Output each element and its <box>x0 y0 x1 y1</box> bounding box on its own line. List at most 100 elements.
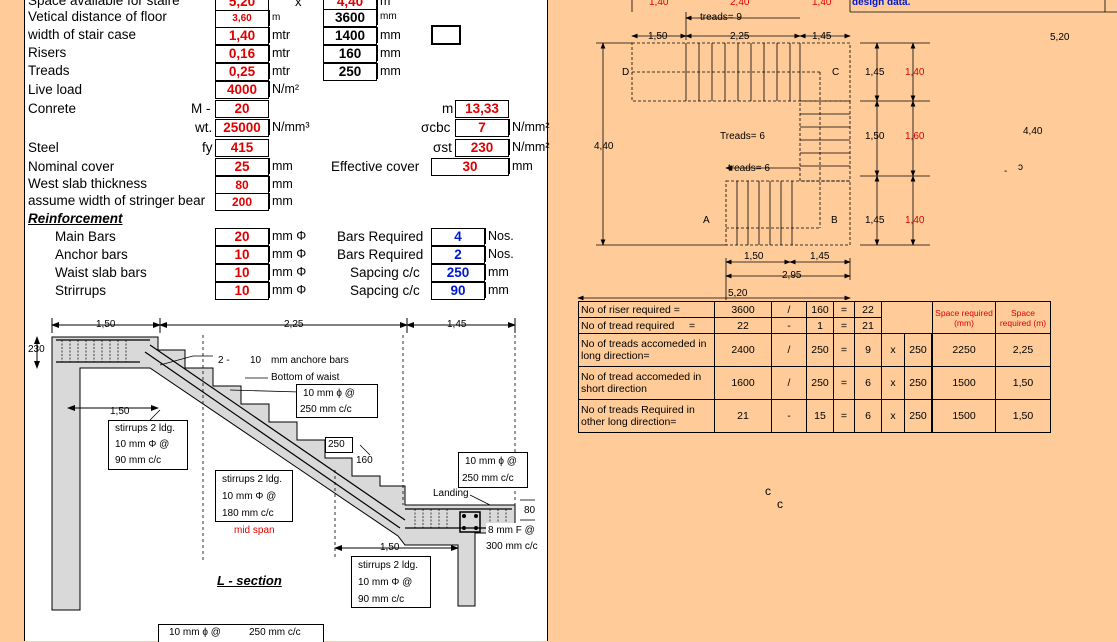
table-cell: = <box>833 366 855 400</box>
table-cell: 250 <box>904 366 932 400</box>
table-cell: 250 <box>904 333 932 367</box>
stirrups-bottom-line1: stirrups 2 ldg. <box>358 560 419 571</box>
plan-glyph: ɔ <box>1018 162 1023 173</box>
plan-bottom-b: 1,45 <box>810 251 830 262</box>
plan-right-1a: 1,45 <box>865 67 885 78</box>
table-cell: 1,50 <box>995 399 1051 433</box>
table-cell: No of tread required = <box>578 317 715 334</box>
bottom-bar-line1: 10 mm ϕ @ <box>169 627 221 638</box>
stirrups-bottom-line2: 10 mm Φ @ <box>358 577 413 588</box>
plan-right-1b: 1,40 <box>905 67 925 78</box>
table-cell: 6 <box>854 366 882 400</box>
plan-bottom-a: 1,50 <box>744 251 764 262</box>
table-cell: 6 <box>854 399 882 433</box>
table-cell: No of tread accomeded in short direction <box>578 366 715 400</box>
table-cell: 22 <box>854 301 882 318</box>
plan-dim-top-c: 1,45 <box>812 31 832 42</box>
table-cell: = <box>833 399 855 433</box>
table-cell: No of treads Required in other long dire… <box>578 399 715 433</box>
table-cell: - <box>771 317 807 334</box>
plan-right-3b: 1,40 <box>905 215 925 226</box>
table-row: No of tread accomeded in short direction… <box>578 366 1051 400</box>
plan-top-a: 1,40 <box>649 0 669 8</box>
table-cell: 3600 <box>714 301 772 318</box>
table-cell: 250 <box>806 366 834 400</box>
table-cell: 1 <box>806 317 834 334</box>
landing-bar-note-2: 300 mm c/c <box>486 541 538 552</box>
tread-calc-table: No of riser required = 3600 / 160 = 22 S… <box>578 301 1051 433</box>
plan-right-2a: 1,50 <box>865 131 885 142</box>
slab-80-label: 80 <box>524 505 536 516</box>
table-cell: x <box>881 366 905 400</box>
sec-dim-5: 1,50 <box>380 542 400 553</box>
plan-dash: - <box>1004 166 1008 177</box>
plan-treads-low: treads= 6 <box>728 163 770 174</box>
tread-250-label: 250 <box>328 439 345 450</box>
plan-dim-top-a: 1,50 <box>648 31 668 42</box>
plan-treads-top: treads= 9 <box>700 12 742 23</box>
landing-bar-note: 8 mm F @ 300 mm c/c <box>486 523 542 553</box>
stirrups-left-line2: 10 mm Φ @ <box>115 439 170 450</box>
table-cell: 2,25 <box>995 333 1051 367</box>
landing-bar-line2: 250 mm c/c <box>462 473 514 484</box>
table-row: No of treads Required in other long dire… <box>578 399 1051 433</box>
waist-bar-line2: 250 mm c/c <box>300 404 352 415</box>
table-cell: 21 <box>714 399 772 433</box>
table-cell: = <box>833 317 855 334</box>
stirrups-mid-box: stirrups 2 ldg. 10 mm Φ @ 180 mm c/c <box>215 470 293 522</box>
stirrups-bottom-line3: 90 mm c/c <box>358 594 405 605</box>
landing-bar-box: 10 mm ϕ @ 250 mm c/c <box>458 452 528 488</box>
table-cell: 160 <box>806 301 834 318</box>
table-cell: No of riser required = <box>578 301 715 318</box>
table-cell: 1,50 <box>995 366 1051 400</box>
table-cell: / <box>771 333 807 367</box>
sec-dim-3: 1,45 <box>447 319 467 330</box>
plan-side-520: 5,20 <box>1050 32 1070 43</box>
table-cell: - <box>771 399 807 433</box>
table-cell: 9 <box>854 333 882 367</box>
table-cell: = <box>833 333 855 367</box>
tread-250-box: 250 <box>325 437 353 453</box>
plan-top-c: 1,40 <box>812 0 832 8</box>
table-cell: No of treads accomeded in long direction… <box>578 333 715 367</box>
table-cell: 1600 <box>714 366 772 400</box>
table-cell: 250 <box>806 333 834 367</box>
table-cell: x <box>881 333 905 367</box>
anchor-note: mm anchore bars <box>271 355 349 366</box>
table-row: No of treads accomeded in long direction… <box>578 333 1051 367</box>
plan-corner-a: A <box>703 215 710 226</box>
plan-corner-b: B <box>831 215 838 226</box>
space-mm-header: Space required (mm) <box>932 301 996 334</box>
table-cell: 21 <box>854 317 882 334</box>
waist-bar-line1: 10 mm ϕ @ <box>303 388 355 399</box>
stirrups-left-box: stirrups 2 ldg. 10 mm Φ @ 90 mm c/c <box>108 420 188 470</box>
plan-bottom-c: 2,95 <box>782 270 802 281</box>
table-cell: = <box>833 301 855 318</box>
plan-treads-mid: Treads= 6 <box>720 131 765 142</box>
plan-corner-d: D <box>622 67 630 78</box>
sec-dim-4: 1,50 <box>110 406 130 417</box>
table-cell: 1500 <box>932 366 996 400</box>
sec-dim-2: 2,25 <box>284 319 304 330</box>
stirrups-mid-line1: stirrups 2 ldg. <box>222 474 283 485</box>
space-m-header: Space required (m) <box>995 301 1051 334</box>
plan-right-2b: 1,60 <box>905 131 925 142</box>
mid-span-label: mid span <box>234 525 275 536</box>
table-cell: / <box>771 301 807 318</box>
plan-dim-top-b: 2,25 <box>730 31 750 42</box>
stirrups-left-line3: 90 mm c/c <box>115 455 162 466</box>
table-cell: 250 <box>904 399 932 433</box>
stair-plan-drawing <box>577 0 1117 300</box>
waist-bar-box: 10 mm ϕ @ 250 mm c/c <box>296 384 378 418</box>
plan-top-b: 2,40 <box>730 0 750 8</box>
landing-bar-note-1: 8 mm F @ <box>488 525 535 536</box>
riser-160-label: 160 <box>356 455 373 466</box>
table-cell: 2250 <box>932 333 996 367</box>
bottom-bar-box: 10 mm ϕ @ 250 mm c/c <box>158 624 324 642</box>
table-row: No of riser required = 3600 / 160 = 22 S… <box>578 301 1051 334</box>
plan-side-440: 4,40 <box>1023 126 1043 137</box>
design-data-note: design data. <box>852 0 911 8</box>
stray-c-1: c <box>765 484 771 498</box>
anchor-size: 10 <box>250 355 262 366</box>
stray-c-2: c <box>777 497 783 511</box>
